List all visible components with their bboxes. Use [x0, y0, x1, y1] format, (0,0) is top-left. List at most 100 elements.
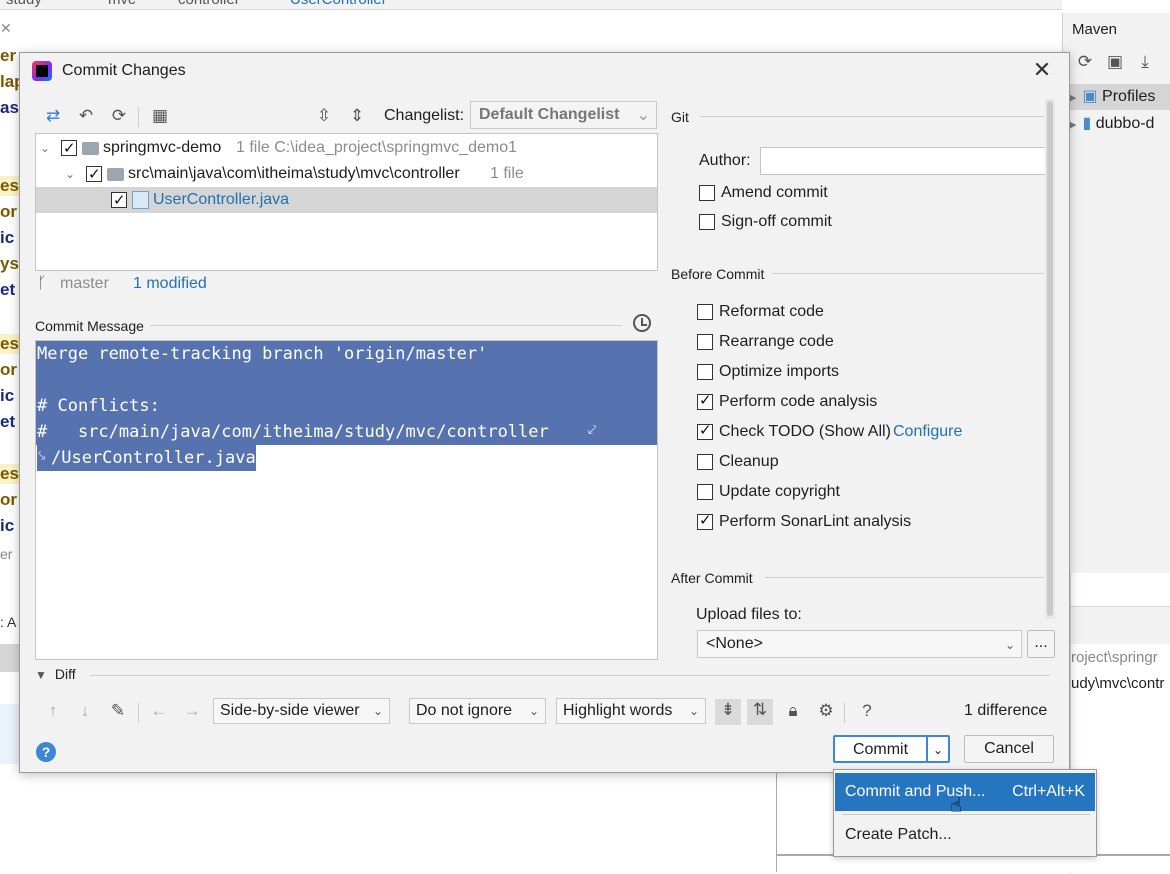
commit-message-editor[interactable]: Merge remote-tracking branch 'origin/mas… — [35, 340, 658, 660]
checkbox[interactable] — [61, 136, 77, 162]
author-label: Author: — [699, 152, 751, 169]
maven-title[interactable]: Maven — [1072, 21, 1117, 38]
checkbox[interactable] — [699, 214, 715, 230]
option-label: Cleanup — [719, 453, 779, 470]
breadcrumb-item[interactable]: study — [6, 0, 42, 8]
maven-item[interactable]: ▶ ▮ dubbo-d — [1068, 111, 1170, 137]
changelist-select[interactable]: Default Changelist ⌄ — [470, 101, 657, 129]
checkbox[interactable] — [697, 364, 713, 380]
gear-icon[interactable]: ⚙ — [815, 700, 837, 722]
code-fragment: et — [0, 280, 16, 299]
breadcrumb: study mvc controller UserController — [0, 0, 1062, 10]
previous-difference-icon[interactable]: ↑ — [42, 700, 64, 722]
expand-icon[interactable]: ⌄ — [40, 135, 50, 161]
checkbox[interactable] — [697, 454, 713, 470]
hand-cursor-icon: ☝ — [950, 795, 963, 817]
commit-options-chevron-icon[interactable]: ⌄ — [926, 735, 950, 763]
options-scrollbar[interactable] — [1045, 99, 1055, 619]
help-question-icon[interactable]: ? — [856, 700, 878, 722]
code-fragment: lap — [0, 72, 19, 91]
close-icon[interactable]: ✕ — [1030, 59, 1054, 83]
chevron-down-icon: ⌄ — [1004, 638, 1015, 652]
java-file-icon — [132, 191, 149, 209]
checkbox[interactable] — [697, 390, 713, 412]
checkbox[interactable] — [111, 188, 127, 214]
tree-row-meta: 1 file C:\idea_project\springmvc_demo1 — [236, 139, 518, 156]
commit-and-push-item[interactable]: Commit and Push... Ctrl+Alt+K — [835, 773, 1095, 811]
tree-row-label: src\main\java\com\itheima\study\mvc\cont… — [128, 165, 460, 182]
divider — [90, 675, 1050, 676]
breadcrumb-item[interactable]: UserController — [290, 0, 387, 8]
code-fragment: es — [0, 464, 19, 484]
expand-all-icon[interactable]: ⇳ — [313, 105, 335, 127]
code-fragment: as — [0, 98, 19, 117]
panel-strip — [0, 704, 19, 764]
breadcrumb-item[interactable]: controller — [178, 0, 240, 8]
next-file-icon[interactable]: → — [181, 700, 203, 722]
option-label: Update copyright — [719, 483, 840, 500]
commit-options-popup: Commit and Push... Ctrl+Alt+K Create Pat… — [833, 769, 1097, 857]
tree-row[interactable]: ⌄ src\main\java\com\itheima\study\mvc\co… — [36, 161, 657, 188]
show-diff-icon[interactable]: ⇄ — [42, 105, 64, 127]
help-icon[interactable]: ? — [36, 742, 56, 762]
maven-item[interactable]: ▶ ▣ Profiles — [1068, 84, 1170, 110]
close-tab-icon[interactable]: ✕ — [0, 20, 12, 37]
intellij-logo-icon — [32, 61, 52, 81]
divider — [765, 577, 1044, 578]
create-patch-item[interactable]: Create Patch... — [835, 816, 1095, 854]
tree-row-label: UserController.java — [153, 191, 290, 208]
module-icon: ▮ — [1082, 115, 1092, 132]
before-commit-section-title: Before Commit — [671, 266, 765, 282]
ignore-dropdown[interactable]: Do not ignore ⌄ — [409, 698, 546, 724]
code-fragment: or — [0, 360, 17, 379]
lock-icon[interactable]: 🔒︎ — [782, 700, 804, 722]
checkbox[interactable] — [697, 510, 713, 532]
refresh-icon[interactable]: ⟳ — [108, 105, 130, 127]
highlight-dropdown[interactable]: Highlight words ⌄ — [556, 698, 706, 724]
checkbox[interactable] — [86, 162, 102, 188]
group-by-icon[interactable]: ▦ — [149, 105, 171, 127]
maven-item-label: dubbo-d — [1095, 115, 1155, 132]
author-input[interactable] — [760, 147, 1052, 175]
history-clock-icon[interactable] — [633, 314, 651, 332]
chevron-down-icon: ⌄ — [636, 107, 650, 124]
previous-file-icon[interactable]: ← — [148, 700, 170, 722]
checkbox[interactable] — [697, 484, 713, 500]
viewer-dropdown[interactable]: Side-by-side viewer ⌄ — [213, 698, 390, 724]
refresh-icon[interactable]: ⟳ — [1070, 52, 1100, 72]
diff-section-header[interactable]: ▼ Diff — [35, 666, 76, 682]
download-icon[interactable]: ⤓ — [1130, 52, 1160, 72]
checkbox[interactable] — [699, 185, 715, 201]
collapse-unchanged-icon[interactable]: ⇟ — [715, 699, 741, 725]
checkbox[interactable] — [697, 304, 713, 320]
soft-wrap-continuation-icon: ⤥ — [38, 449, 46, 464]
option-label: Optimize imports — [719, 363, 840, 380]
modified-link[interactable]: 1 modified — [133, 275, 207, 293]
checkbox[interactable] — [697, 334, 713, 350]
branch-icon: ᚴ — [37, 275, 47, 292]
edit-source-icon[interactable]: ✎ — [107, 700, 129, 722]
editor-background: er lap as es or ic ys et es or ic et es … — [0, 44, 19, 874]
cancel-button[interactable]: Cancel — [964, 735, 1054, 763]
folder-refresh-icon[interactable]: ▣ — [1100, 52, 1130, 72]
breadcrumb-item[interactable]: mvc — [108, 0, 136, 8]
tree-row[interactable]: UserController.java — [36, 187, 657, 214]
diff-label: Diff — [54, 666, 76, 682]
upload-target-select[interactable]: <None> ⌄ — [697, 630, 1022, 658]
code-fragment: er — [0, 546, 13, 562]
path-fragment: roject\springr — [1071, 649, 1158, 666]
collapse-icon[interactable]: ▼ — [35, 668, 47, 682]
path-fragment: udy\mvc\contr — [1071, 675, 1165, 692]
collapse-all-icon[interactable]: ⇕ — [346, 105, 368, 127]
rollback-icon[interactable]: ↶ — [75, 105, 97, 127]
expand-icon[interactable]: ⌄ — [65, 161, 75, 187]
checkbox[interactable] — [697, 420, 713, 442]
tree-row[interactable]: ⌄ springmvc-demo 1 file C:\idea_project\… — [36, 135, 657, 162]
next-difference-icon[interactable]: ↓ — [74, 700, 96, 722]
commit-button[interactable]: Commit — [833, 735, 928, 763]
sync-scroll-icon[interactable]: ⇅ — [747, 699, 773, 725]
browse-button[interactable]: ... — [1027, 630, 1055, 658]
divider — [150, 325, 622, 326]
option-label: Amend commit — [721, 184, 828, 201]
configure-link[interactable]: Configure — [893, 421, 962, 443]
